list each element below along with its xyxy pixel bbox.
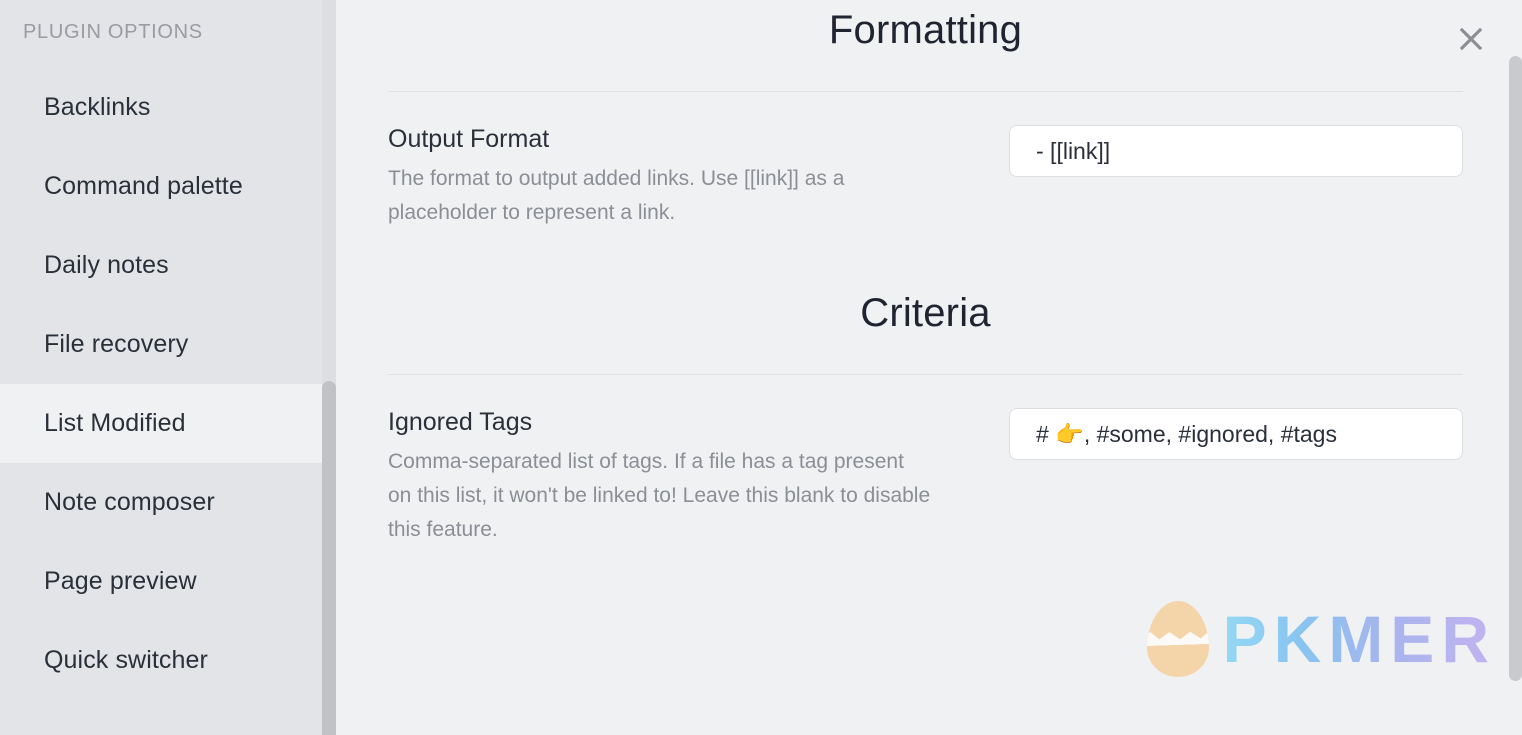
sidebar-scrollbar-thumb[interactable] xyxy=(322,381,336,735)
cracked-egg-icon xyxy=(1146,601,1209,677)
close-icon[interactable] xyxy=(1450,18,1492,60)
section-heading-criteria: Criteria xyxy=(860,291,991,336)
sidebar-item-list: Backlinks Command palette Daily notes Fi… xyxy=(0,68,336,700)
pkmer-watermark: PKMER xyxy=(1146,601,1496,677)
ignored-tags-input[interactable] xyxy=(1009,408,1463,461)
sidebar-item-label: File recovery xyxy=(44,330,189,358)
setting-description-ignored-tags: Comma-separated list of tags. If a file … xyxy=(388,450,931,542)
sidebar-item-label: Daily notes xyxy=(44,251,169,279)
sidebar-item-file-recovery[interactable]: File recovery xyxy=(0,305,336,384)
setting-info: Ignored Tags Comma-separated list of tag… xyxy=(388,407,933,547)
sidebar-item-page-preview[interactable]: Page preview xyxy=(0,542,336,621)
sidebar-item-label: List Modified xyxy=(44,409,186,437)
setting-name-ignored-tags: Ignored Tags xyxy=(388,408,533,437)
main-scrollbar-thumb[interactable] xyxy=(1509,56,1522,681)
sidebar-item-note-composer[interactable]: Note composer xyxy=(0,463,336,542)
settings-main-panel: Formatting Output Format The format to o… xyxy=(336,0,1522,735)
sidebar-item-label: Command palette xyxy=(44,172,243,200)
sidebar-item-label: Quick switcher xyxy=(44,646,208,674)
setting-name-output-format: Output Format xyxy=(388,125,550,153)
sidebar-item-quick-switcher[interactable]: Quick switcher xyxy=(0,621,336,700)
setting-description-output-format: The format to output added links. Use [[… xyxy=(388,167,845,225)
sidebar-item-list-modified[interactable]: List Modified xyxy=(0,384,336,463)
output-format-input[interactable] xyxy=(1009,125,1463,177)
main-scrollbar[interactable] xyxy=(1508,0,1522,735)
sidebar-item-label: Page preview xyxy=(44,567,197,595)
setting-row-output-format: Output Format The format to output added… xyxy=(388,92,1463,230)
sidebar-item-backlinks[interactable]: Backlinks xyxy=(0,68,336,147)
setting-info: Output Format The format to output added… xyxy=(388,124,933,230)
sidebar-item-label: Note composer xyxy=(44,488,215,516)
sidebar-item-daily-notes[interactable]: Daily notes xyxy=(0,226,336,305)
watermark-text: PKMER xyxy=(1222,602,1496,676)
section-heading-formatting: Formatting xyxy=(828,8,1023,52)
setting-control xyxy=(1009,124,1463,177)
sidebar-title: PLUGIN OPTIONS xyxy=(23,21,203,43)
egg-sparkle-dot xyxy=(1146,657,1149,662)
sidebar-item-label: Backlinks xyxy=(44,93,151,121)
settings-modal: PLUGIN OPTIONS Backlinks Command palette… xyxy=(0,0,1522,735)
sidebar-item-command-palette[interactable]: Command palette xyxy=(0,147,336,226)
settings-content: Formatting Output Format The format to o… xyxy=(336,0,1522,547)
setting-row-ignored-tags: Ignored Tags Comma-separated list of tag… xyxy=(388,375,1463,547)
sidebar-scrollbar[interactable] xyxy=(322,0,336,735)
setting-control xyxy=(1009,407,1463,461)
plugin-options-sidebar: PLUGIN OPTIONS Backlinks Command palette… xyxy=(0,0,336,735)
